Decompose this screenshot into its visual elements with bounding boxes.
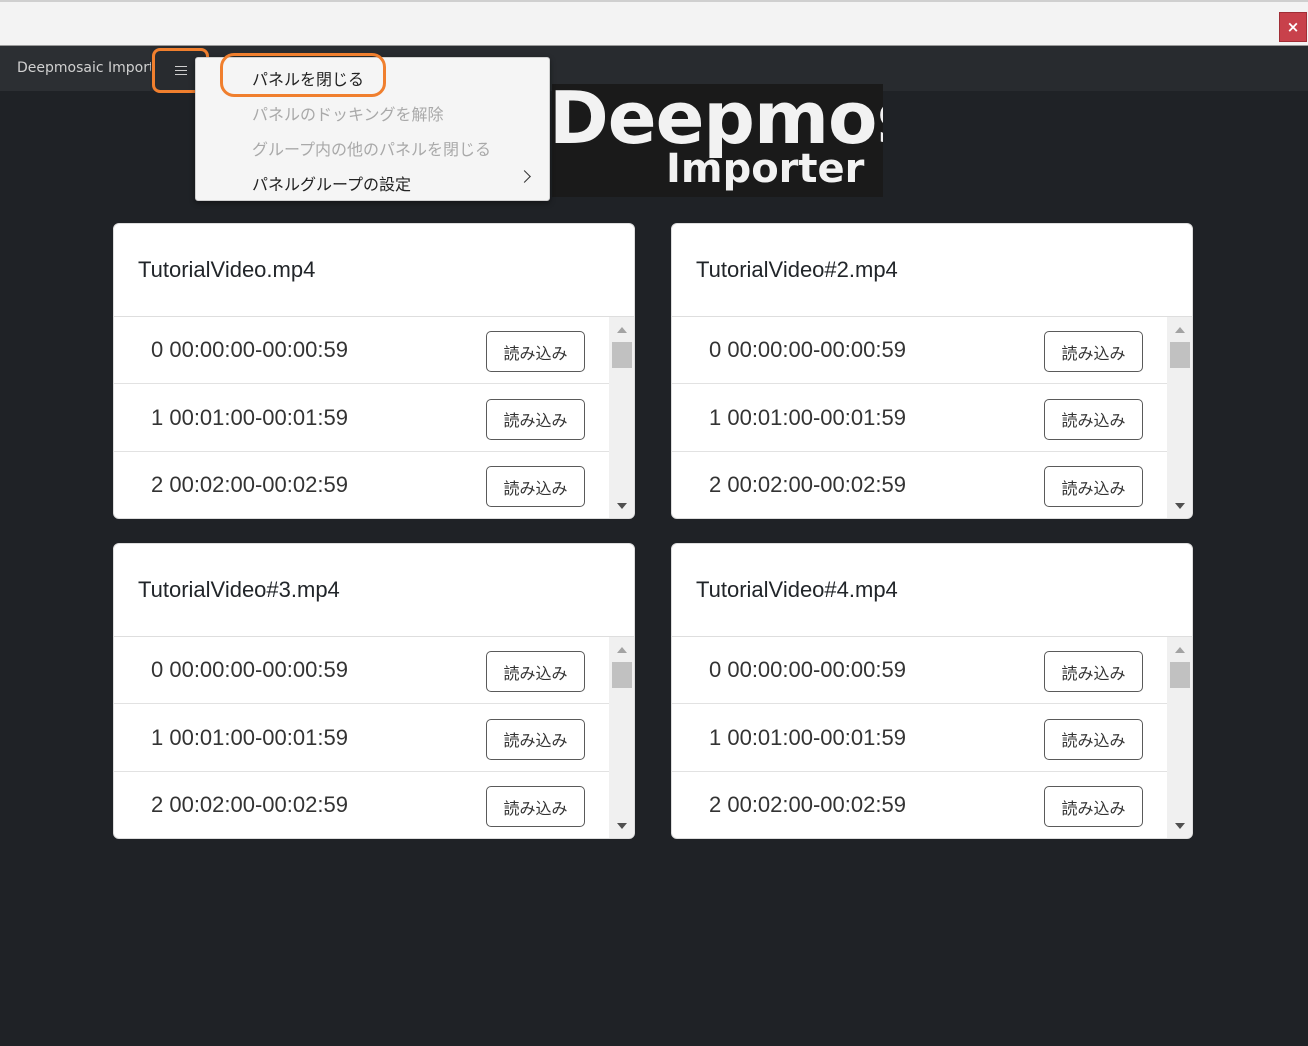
card-title: TutorialVideo#4.mp4: [696, 577, 898, 602]
menu-item-panel-group-settings[interactable]: パネルグループの設定: [252, 171, 411, 194]
menu-item-undock-panel: パネルのドッキングを解除: [252, 105, 444, 124]
chevron-right-icon: [518, 170, 531, 183]
scrollbar[interactable]: [1167, 637, 1192, 838]
segment-row: 1 00:01:00-00:01:59 読み込み: [114, 385, 609, 452]
scroll-down-icon[interactable]: [1175, 503, 1185, 509]
load-button[interactable]: 読み込み: [1044, 718, 1143, 760]
window-titlebar: ×: [0, 0, 1308, 46]
segment-label: 0 00:00:00-00:00:59: [151, 657, 348, 682]
load-button[interactable]: 読み込み: [1044, 398, 1143, 440]
segment-label: 1 00:01:00-00:01:59: [151, 724, 348, 750]
load-button[interactable]: 読み込み: [1044, 786, 1143, 827]
card-title: TutorialVideo#3.mp4: [138, 577, 340, 602]
video-card: TutorialVideo#3.mp4 0 00:00:00-00:00:59 …: [113, 543, 635, 839]
load-button[interactable]: 読み込み: [486, 331, 585, 372]
scroll-up-icon[interactable]: [617, 327, 627, 333]
menu-item-close-other-panels: グループ内の他のパネルを閉じる: [252, 140, 492, 159]
segment-row: 0 00:00:00-00:00:59 読み込み: [114, 637, 609, 704]
segment-label: 0 00:00:00-00:00:59: [709, 657, 906, 682]
segment-row: 1 00:01:00-00:01:59 読み込み: [114, 705, 609, 772]
video-card: TutorialVideo#4.mp4 0 00:00:00-00:00:59 …: [671, 543, 1193, 839]
close-window-button[interactable]: ×: [1279, 12, 1307, 42]
scroll-thumb[interactable]: [1170, 342, 1190, 368]
segment-label: 1 00:01:00-00:01:59: [151, 404, 348, 430]
scroll-thumb[interactable]: [612, 342, 632, 368]
segment-row: 0 00:00:00-00:00:59 読み込み: [114, 317, 609, 384]
segment-row: 2 00:02:00-00:02:59 読み込み: [114, 452, 609, 518]
card-title: TutorialVideo.mp4: [138, 257, 316, 282]
panel-tab-label[interactable]: Deepmosaic Importer: [17, 60, 151, 76]
segment-row: 0 00:00:00-00:00:59 読み込み: [672, 637, 1167, 704]
segment-row: 2 00:02:00-00:02:59 読み込み: [672, 772, 1167, 838]
app-logo: Deepmosaic Importer: [552, 84, 883, 197]
load-button[interactable]: 読み込み: [486, 466, 585, 507]
scroll-thumb[interactable]: [612, 662, 632, 688]
annotation-highlight: [220, 53, 386, 97]
segment-label: 2 00:02:00-00:02:59: [151, 792, 348, 817]
load-button[interactable]: 読み込み: [486, 786, 585, 827]
scroll-thumb[interactable]: [1170, 662, 1190, 688]
logo-line2: Importer: [666, 146, 865, 192]
segment-row: 2 00:02:00-00:02:59 読み込み: [672, 452, 1167, 518]
card-title: TutorialVideo#2.mp4: [696, 257, 898, 282]
load-button[interactable]: 読み込み: [1044, 331, 1143, 372]
segment-row: 1 00:01:00-00:01:59 読み込み: [672, 385, 1167, 452]
load-button[interactable]: 読み込み: [486, 651, 585, 692]
segment-label: 0 00:00:00-00:00:59: [151, 337, 348, 362]
segment-label: 2 00:02:00-00:02:59: [709, 792, 906, 817]
load-button[interactable]: 読み込み: [1044, 466, 1143, 507]
video-card: TutorialVideo#2.mp4 0 00:00:00-00:00:59 …: [671, 223, 1193, 519]
scrollbar[interactable]: [609, 637, 634, 838]
scroll-down-icon[interactable]: [617, 823, 627, 829]
scrollbar[interactable]: [1167, 317, 1192, 518]
scroll-up-icon[interactable]: [1175, 327, 1185, 333]
scroll-down-icon[interactable]: [1175, 823, 1185, 829]
scrollbar[interactable]: [609, 317, 634, 518]
segment-row: 0 00:00:00-00:00:59 読み込み: [672, 317, 1167, 384]
segment-label: 1 00:01:00-00:01:59: [709, 724, 906, 750]
load-button[interactable]: 読み込み: [486, 398, 585, 440]
scroll-up-icon[interactable]: [617, 647, 627, 653]
hamburger-icon: [174, 65, 187, 76]
scroll-down-icon[interactable]: [617, 503, 627, 509]
video-card: TutorialVideo.mp4 0 00:00:00-00:00:59 読み…: [113, 223, 635, 519]
scroll-up-icon[interactable]: [1175, 647, 1185, 653]
segment-label: 1 00:01:00-00:01:59: [709, 404, 906, 430]
segment-label: 2 00:02:00-00:02:59: [151, 472, 348, 497]
segment-label: 2 00:02:00-00:02:59: [709, 472, 906, 497]
segment-row: 2 00:02:00-00:02:59 読み込み: [114, 772, 609, 838]
load-button[interactable]: 読み込み: [486, 718, 585, 760]
segment-label: 0 00:00:00-00:00:59: [709, 337, 906, 362]
segment-row: 1 00:01:00-00:01:59 読み込み: [672, 705, 1167, 772]
load-button[interactable]: 読み込み: [1044, 651, 1143, 692]
